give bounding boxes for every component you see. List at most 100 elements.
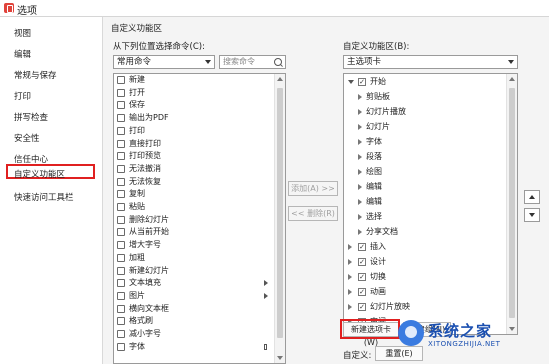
command-item[interactable]: 无法撤消 [114,164,274,174]
command-item[interactable]: 字体 [114,342,274,352]
ribbon-tab-item[interactable]: ✓ 设计 [344,257,504,267]
add-button[interactable]: 添加(A) >> [288,181,338,196]
collapse-arrow-icon[interactable] [358,154,362,160]
sidebar-item-view[interactable]: 视图 [14,27,31,39]
command-item[interactable]: 加粗 [114,253,274,263]
ribbon-group-item[interactable]: 编辑 [344,197,504,207]
collapse-arrow-icon[interactable] [358,229,362,235]
collapse-arrow-icon[interactable] [358,199,362,205]
ribbon-tab-item[interactable]: ✓ 开始 [344,77,504,87]
scroll-up-icon[interactable] [277,77,283,81]
ribbon-group-item[interactable]: 选择 [344,212,504,222]
sidebar-item-edit[interactable]: 编辑 [14,48,31,60]
sidebar-item-spellcheck[interactable]: 拼写检查 [14,111,48,123]
checkbox-icon[interactable]: ✓ [358,303,366,311]
commands-scrollbar[interactable] [274,74,285,363]
command-item[interactable]: 新建 [114,75,274,85]
command-label: 加粗 [129,252,145,262]
collapse-arrow-icon[interactable] [348,274,352,280]
sidebar-item-general-save[interactable]: 常规与保存 [14,69,57,81]
command-label: 输出为PDF [129,113,169,123]
ribbon-group-item[interactable]: 幻灯片播放 [344,107,504,117]
command-item[interactable]: 复制 [114,189,274,199]
sidebar-item-print[interactable]: 打印 [14,90,31,102]
command-item[interactable]: 格式刷 [114,316,274,326]
checkbox-icon[interactable]: ✓ [358,273,366,281]
direct-print-icon [117,139,125,148]
command-source-combo[interactable]: 常用命令 [113,55,215,69]
command-item[interactable]: 无法恢复 [114,177,274,187]
ribbon-tab-item[interactable]: ✓ 切换 [344,272,504,282]
scroll-down-icon[interactable] [277,356,283,360]
ribbon-group-item[interactable]: 编辑 [344,182,504,192]
command-item[interactable]: 增大字号 [114,240,274,250]
command-item[interactable]: 打印 [114,126,274,136]
command-item[interactable]: 保存 [114,100,274,110]
collapse-arrow-icon[interactable] [348,259,352,265]
checkbox-icon[interactable]: ✓ [358,288,366,296]
textbox-icon [117,304,125,313]
ribbon-tabs-combo[interactable]: 主选项卡 [343,55,518,69]
ribbon-group-item[interactable]: 绘图 [344,167,504,177]
ribbon-group-item[interactable]: 分享文档 [344,227,504,237]
remove-button[interactable]: << 删除(R) [288,206,338,221]
custom-label: 自定义: [343,351,372,361]
collapse-arrow-icon[interactable] [358,184,362,190]
ribbon-tree-scrollbar[interactable] [506,74,517,334]
command-item[interactable]: 打开 [114,88,274,98]
commands-list[interactable]: 字体 减小字号 格式刷 横向文本框 图片 文本填充 新建幻灯片 加粗 增大字号 从当前开始 删除幻灯… [113,73,286,364]
watermark-logo-icon [398,320,424,346]
collapse-arrow-icon[interactable] [358,94,362,100]
move-down-button[interactable] [524,208,540,222]
command-item[interactable]: 粘贴 [114,202,274,212]
collapse-arrow-icon[interactable] [358,109,362,115]
expand-arrow-icon[interactable] [348,80,354,84]
dropdown-indicator-icon [264,343,267,350]
sidebar-item-security[interactable]: 安全性 [14,132,40,144]
scroll-thumb[interactable] [277,88,283,338]
ribbon-group-item[interactable]: 幻灯片 [344,122,504,132]
ribbon-tab-item[interactable]: ✓ 插入 [344,242,504,252]
checkbox-icon[interactable]: ✓ [358,258,366,266]
tree-label: 字体 [366,137,382,146]
move-up-button[interactable] [524,190,540,204]
collapse-arrow-icon[interactable] [358,124,362,130]
ribbon-group-item[interactable]: 剪贴板 [344,92,504,102]
collapse-arrow-icon[interactable] [358,169,362,175]
ribbon-tab-item[interactable]: ✓ 幻灯片放映 [344,302,504,312]
collapse-arrow-icon[interactable] [358,139,362,145]
scroll-up-icon[interactable] [509,77,515,81]
ribbon-group-item[interactable]: 段落 [344,152,504,162]
collapse-arrow-icon[interactable] [348,304,352,310]
chevron-down-icon [205,60,211,64]
command-item[interactable]: 打印预览 [114,151,274,161]
command-label: 打开 [129,87,145,97]
command-item[interactable]: 新建幻灯片 [114,266,274,276]
scroll-thumb[interactable] [509,88,515,318]
command-label: 新建幻灯片 [129,265,169,275]
ribbon-tree[interactable]: ✓审阅✓幻灯片放映✓动画✓切换✓设计✓插入分享文档选择编辑编辑绘图段落字体幻灯片… [343,73,518,335]
checkbox-icon[interactable]: ✓ [358,78,366,86]
picture-icon [117,291,125,300]
collapse-arrow-icon[interactable] [348,289,352,295]
sidebar-item-customize-ribbon[interactable]: 自定义功能区 [14,168,65,180]
command-item[interactable]: 文本填充 [114,278,274,288]
command-item[interactable]: 减小字号 [114,329,274,339]
command-label: 增大字号 [129,240,161,250]
command-item[interactable]: 删除幻灯片 [114,215,274,225]
ribbon-group-item[interactable]: 字体 [344,137,504,147]
command-item[interactable]: 从当前开始 [114,227,274,237]
section-title: 自定义功能区 [111,24,163,34]
sidebar-item-quick-access-toolbar[interactable]: 快速访问工具栏 [14,191,74,203]
checkbox-icon[interactable]: ✓ [358,243,366,251]
command-search-input[interactable]: 搜索命令 [219,55,286,69]
command-item[interactable]: 横向文本框 [114,304,274,314]
tree-label: 编辑 [366,197,382,206]
tree-label: 选择 [366,212,382,221]
command-item[interactable]: 直接打印 [114,139,274,149]
command-item[interactable]: 输出为PDF [114,113,274,123]
collapse-arrow-icon[interactable] [348,244,352,250]
command-item[interactable]: 图片 [114,291,274,301]
collapse-arrow-icon[interactable] [358,214,362,220]
ribbon-tab-item[interactable]: ✓ 动画 [344,287,504,297]
